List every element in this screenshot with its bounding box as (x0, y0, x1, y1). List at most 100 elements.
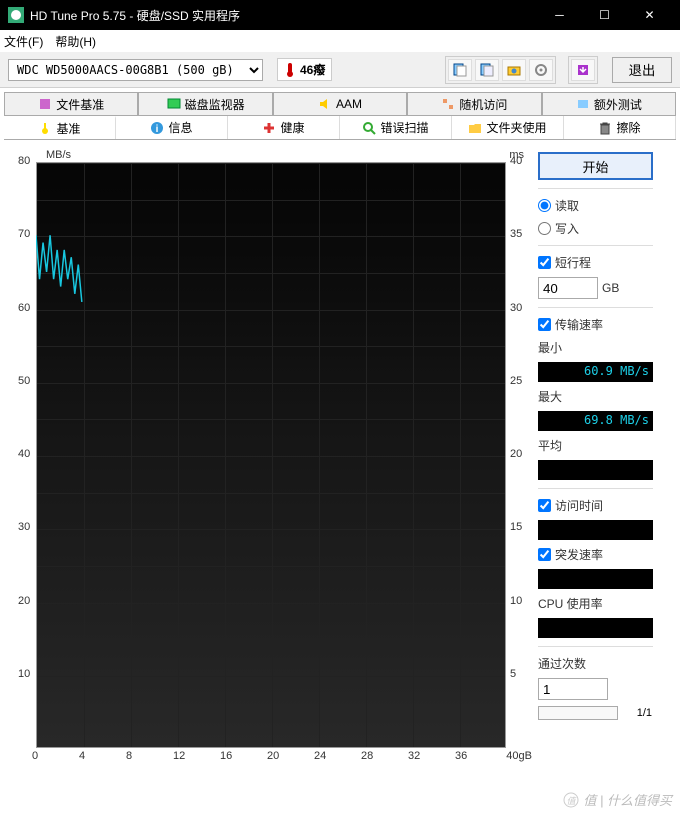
x-tick: 0 (32, 750, 38, 762)
tab-extra-tests[interactable]: 额外测试 (542, 92, 676, 115)
passes-label: 通过次数 (538, 655, 653, 672)
tab-error-scan[interactable]: 错误扫描 (340, 116, 452, 139)
y2-tick: 25 (510, 375, 522, 387)
min-value: 60.9 MB/s (538, 362, 653, 382)
speaker-icon (318, 97, 332, 111)
temperature-display: 46癈 (277, 58, 332, 81)
write-label: 写入 (555, 220, 579, 237)
screenshot-button[interactable] (502, 59, 526, 81)
exit-button[interactable]: 退出 (612, 57, 672, 83)
titlebar: HD Tune Pro 5.75 - 硬盘/SSD 实用程序 ─ ☐ ✕ (0, 0, 680, 30)
tab-aam[interactable]: AAM (273, 92, 407, 115)
y2-tick: 15 (510, 521, 522, 533)
extra-icon (576, 97, 590, 111)
svg-text:i: i (156, 124, 159, 135)
menu-help[interactable]: 帮助(H) (55, 33, 96, 50)
tab-row-top: 文件基准 磁盘监视器 AAM 随机访问 额外测试 (4, 92, 676, 116)
start-button[interactable]: 开始 (538, 152, 653, 180)
x-tick: 24 (314, 750, 326, 762)
avg-value (538, 460, 653, 480)
scan-icon (362, 121, 376, 135)
burst-rate-value (538, 569, 653, 589)
erase-icon (598, 121, 612, 135)
x-tick: 16 (220, 750, 232, 762)
menubar: 文件(F) 帮助(H) (0, 30, 680, 52)
tab-disk-monitor[interactable]: 磁盘监视器 (138, 92, 272, 115)
content-area: MB/s ms 8070605040302010 403530252015105… (0, 140, 680, 776)
x-tick: 32 (408, 750, 420, 762)
x-tick: 36 (455, 750, 467, 762)
tab-health[interactable]: 健康 (228, 116, 340, 139)
tab-benchmark[interactable]: 基准 (4, 116, 116, 139)
short-stroke-input[interactable] (538, 277, 598, 299)
y1-tick: 60 (18, 302, 30, 314)
y2-tick: 40 (510, 155, 522, 167)
x-tick: 28 (361, 750, 373, 762)
copy-info-button[interactable] (448, 59, 472, 81)
max-label: 最大 (538, 388, 653, 405)
watermark: 值 值 | 什么值得买 (563, 790, 672, 809)
y1-tick: 80 (18, 155, 30, 167)
tab-file-benchmark[interactable]: 文件基准 (4, 92, 138, 115)
y2-tick: 10 (510, 595, 522, 607)
save-button-group (568, 56, 598, 84)
y1-tick: 20 (18, 595, 30, 607)
read-label: 读取 (555, 197, 579, 214)
access-time-value (538, 520, 653, 540)
drive-select[interactable]: WDC WD5000AACS-00G8B1 (500 gB) (8, 59, 263, 81)
x-tick: 8 (126, 750, 132, 762)
short-stroke-unit: GB (602, 281, 619, 295)
avg-label: 平均 (538, 437, 653, 454)
progress-bar (538, 706, 618, 720)
side-panel: 开始 读取 写入 短行程 GB 传输速率 最小 60.9 MB/s 最大 69.… (538, 152, 653, 772)
random-icon (441, 97, 455, 111)
write-radio[interactable] (538, 222, 551, 235)
tab-folder-usage[interactable]: 文件夹使用 (452, 116, 564, 139)
menu-file[interactable]: 文件(F) (4, 33, 43, 50)
maximize-button[interactable]: ☐ (582, 0, 627, 30)
cpu-usage-label: CPU 使用率 (538, 595, 653, 612)
min-label: 最小 (538, 339, 653, 356)
save-button[interactable] (571, 59, 595, 81)
tool-button-group (445, 56, 556, 84)
temperature-value: 46癈 (300, 61, 325, 78)
options-button[interactable] (529, 59, 553, 81)
passes-input[interactable] (538, 678, 608, 700)
y2-tick: 30 (510, 302, 522, 314)
burst-rate-checkbox[interactable] (538, 548, 551, 561)
chart-background (36, 162, 506, 748)
read-radio[interactable] (538, 199, 551, 212)
transfer-rate-label: 传输速率 (555, 316, 603, 333)
y1-tick: 70 (18, 228, 30, 240)
short-stroke-checkbox[interactable] (538, 256, 551, 269)
close-button[interactable]: ✕ (627, 0, 672, 30)
y-left-unit: MB/s (46, 149, 71, 161)
burst-rate-label: 突发速率 (555, 546, 603, 563)
tab-random-access[interactable]: 随机访问 (407, 92, 541, 115)
x-tick: 4 (79, 750, 85, 762)
chart-area: MB/s ms 8070605040302010 403530252015105… (8, 152, 528, 772)
y2-tick: 20 (510, 448, 522, 460)
transfer-rate-checkbox[interactable] (538, 318, 551, 331)
y1-tick: 40 (18, 448, 30, 460)
access-time-checkbox[interactable] (538, 499, 551, 512)
y2-tick: 35 (510, 228, 522, 240)
health-icon (262, 121, 276, 135)
tab-info[interactable]: i信息 (116, 116, 228, 139)
toolbar: WDC WD5000AACS-00G8B1 (500 gB) 46癈 退出 (0, 52, 680, 88)
y1-tick: 10 (18, 668, 30, 680)
thermometer-icon (284, 62, 296, 78)
max-value: 69.8 MB/s (538, 411, 653, 431)
monitor-icon (167, 97, 181, 111)
x-unit: 40gB (506, 750, 532, 762)
short-stroke-label: 短行程 (555, 254, 591, 271)
tab-row-bottom: 基准 i信息 健康 错误扫描 文件夹使用 擦除 (4, 116, 676, 140)
copy-screenshot-button[interactable] (475, 59, 499, 81)
tab-erase[interactable]: 擦除 (564, 116, 676, 139)
y1-tick: 30 (18, 521, 30, 533)
folder-icon (468, 121, 482, 135)
y2-tick: 5 (510, 668, 516, 680)
info-icon: i (150, 121, 164, 135)
minimize-button[interactable]: ─ (537, 0, 582, 30)
app-icon (8, 7, 24, 23)
